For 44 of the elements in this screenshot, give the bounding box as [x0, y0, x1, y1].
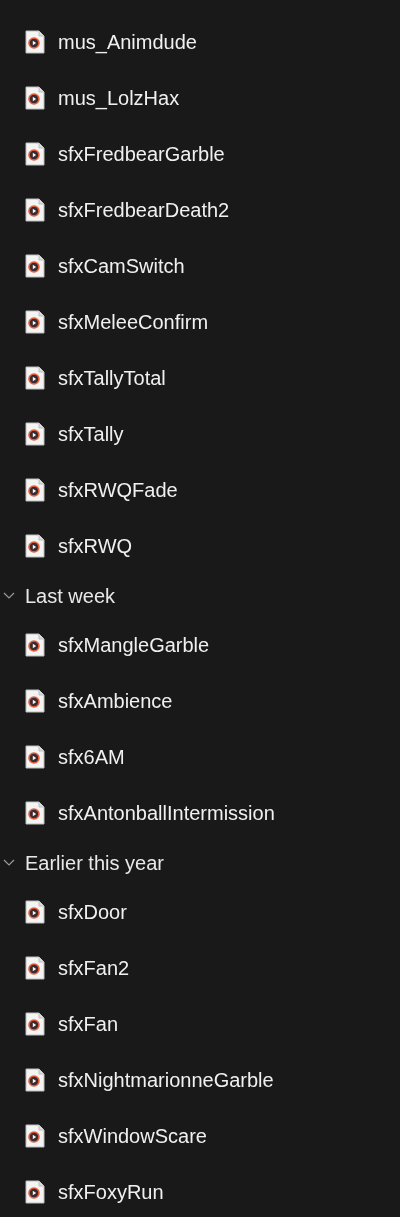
file-name[interactable]: sfxFoxyRun [58, 1177, 164, 1207]
audio-file-icon [25, 366, 45, 390]
audio-file-icon [25, 745, 45, 769]
audio-file-icon [25, 900, 45, 924]
file-name[interactable]: sfxMeleeConfirm [58, 307, 209, 337]
file-name[interactable]: sfxFredbearDeath2 [58, 195, 230, 225]
file-name[interactable]: sfxFan [58, 1009, 119, 1039]
audio-file-icon [25, 1180, 45, 1204]
audio-file-icon [25, 801, 45, 825]
file-name[interactable]: mus_Animdude [58, 27, 197, 57]
audio-file-icon [25, 689, 45, 713]
audio-file-icon [25, 1124, 45, 1148]
file-name[interactable]: sfxTallyTotal [58, 363, 166, 393]
audio-file-icon [25, 1012, 45, 1036]
file-name[interactable]: sfxAmbience [58, 686, 173, 716]
file-name[interactable]: sfxRWQ [58, 531, 133, 561]
file-name[interactable]: sfxFredbearGarble [58, 139, 225, 169]
audio-file-icon [25, 1068, 45, 1092]
file-name[interactable]: mus_LolzHax [58, 83, 180, 113]
chevron-down-icon[interactable] [3, 591, 15, 600]
audio-file-icon [25, 422, 45, 446]
audio-file-icon [25, 30, 45, 54]
file-name[interactable]: sfxRWQFade [58, 475, 178, 505]
audio-file-icon [25, 198, 45, 222]
chevron-down-icon[interactable] [3, 858, 15, 867]
file-name[interactable]: sfxFan2 [58, 953, 130, 983]
audio-file-icon [25, 534, 45, 558]
group-header[interactable]: Earlier this year [25, 847, 164, 878]
file-name[interactable]: sfxTally [58, 419, 124, 449]
audio-file-icon [25, 86, 45, 110]
audio-file-icon [25, 142, 45, 166]
file-name[interactable]: sfxAntonballIntermission [58, 798, 275, 828]
audio-file-icon [25, 254, 45, 278]
file-name[interactable]: sfxCamSwitch [58, 251, 185, 281]
file-name[interactable]: sfxMangleGarble [58, 630, 210, 660]
file-name[interactable]: sfxNightmarionneGarble [58, 1065, 274, 1095]
audio-file-icon [25, 310, 45, 334]
audio-file-icon [25, 478, 45, 502]
file-name[interactable]: sfxDoor [58, 897, 127, 927]
audio-file-icon [25, 633, 45, 657]
group-header[interactable]: Last week [25, 580, 116, 611]
audio-file-icon [25, 956, 45, 980]
file-name[interactable]: sfxWindowScare [58, 1121, 207, 1151]
file-name[interactable]: sfx6AM [58, 742, 125, 772]
